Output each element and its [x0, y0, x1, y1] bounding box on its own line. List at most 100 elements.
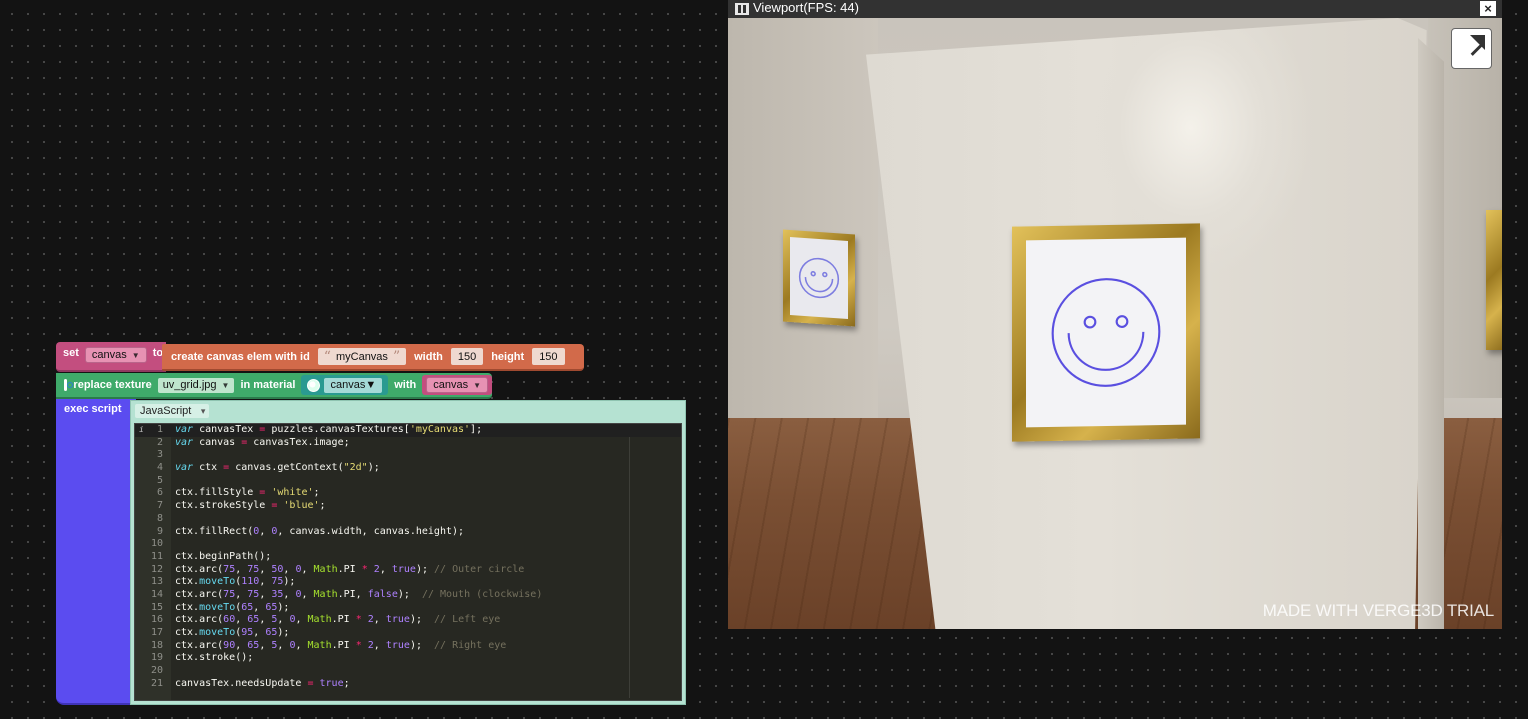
- code-line[interactable]: 15 ctx.moveTo(65, 65);: [135, 602, 681, 615]
- line-number: 6: [156, 487, 163, 499]
- globe-icon: [307, 378, 321, 392]
- code-line[interactable]: 5: [135, 475, 681, 488]
- fullscreen-icon[interactable]: [1451, 28, 1492, 69]
- width-number-field[interactable]: 150: [450, 348, 484, 365]
- line-number: 8: [156, 512, 163, 524]
- height-label: height: [491, 350, 525, 363]
- replace-texture-label: replace texture: [73, 379, 152, 391]
- with-label: with: [394, 379, 417, 391]
- script-panel: JavaScript i1var canvasTex = puzzles.can…: [130, 400, 686, 705]
- line-number: 12: [150, 563, 163, 575]
- code-line[interactable]: 12 ctx.arc(75, 75, 50, 0, Math.PI * 2, tr…: [135, 564, 681, 577]
- chevron-down-icon: ▼: [365, 379, 377, 391]
- viewport-title: Viewport(FPS: 44): [753, 0, 859, 15]
- line-number: 15: [150, 601, 163, 613]
- texture-dropdown[interactable]: uv_grid.jpg ▼: [157, 377, 235, 393]
- side-canvas-face: [790, 236, 848, 320]
- line-number: 14: [150, 588, 163, 600]
- height-number-field[interactable]: 150: [532, 348, 565, 365]
- pause-icon[interactable]: [735, 3, 749, 15]
- language-dropdown[interactable]: JavaScript: [135, 404, 210, 418]
- code-text: ctx.moveTo(95, 65);: [175, 627, 290, 638]
- code-line[interactable]: 9 ctx.fillRect(0, 0, canvas.width, canvas…: [135, 526, 681, 539]
- code-lines: i 1 var canvasTex = puzzles.canvasTextures…: [135, 424, 681, 690]
- code-line[interactable]: 14 ctx.arc(75, 75, 35, 0, Math.PI, false)…: [135, 589, 681, 602]
- with-variable-dropdown[interactable]: canvas ▼: [426, 377, 488, 393]
- trial-watermark: MADE WITH VERGE3D TRIAL: [1262, 601, 1494, 620]
- close-icon[interactable]: ×: [1480, 1, 1496, 16]
- 3d-scene-canvas[interactable]: MADE WITH VERGE3D TRIAL: [728, 18, 1502, 629]
- in-material-label: in material: [240, 379, 296, 391]
- code-line[interactable]: 11 ctx.beginPath();: [135, 551, 681, 564]
- open-quote-icon: “: [323, 348, 331, 365]
- chevron-down-icon: ▼: [473, 380, 481, 390]
- code-text: canvasTex.needsUpdate = true;: [175, 677, 350, 689]
- code-line[interactable]: 7 ctx.strokeStyle = 'blue';: [135, 500, 681, 513]
- code-text: var canvasTex = puzzles.canvasTextures['…: [175, 424, 483, 435]
- gear-icon[interactable]: [64, 379, 75, 391]
- line-number: 3: [156, 449, 163, 461]
- width-label: width: [414, 350, 443, 363]
- material-dropdown[interactable]: canvas ▼: [324, 377, 383, 393]
- exec-script-label: exec script: [64, 403, 122, 415]
- line-number: 11: [150, 550, 163, 562]
- line-number: 21: [150, 677, 163, 689]
- code-line[interactable]: 20: [135, 665, 681, 678]
- variable-dropdown[interactable]: canvas ▼: [84, 347, 147, 363]
- close-quote-icon: ”: [392, 348, 401, 365]
- code-text: ctx.arc(90, 65, 5, 0, Math.PI * 2, true)…: [175, 639, 507, 651]
- replace-texture-block[interactable]: replace texture uv_grid.jpg ▼ in material…: [56, 373, 492, 399]
- code-line[interactable]: 8: [135, 513, 681, 526]
- code-line[interactable]: 10: [135, 538, 681, 551]
- code-text: ctx.arc(75, 75, 50, 0, Math.PI * 2, true…: [175, 563, 525, 575]
- line-number: 18: [150, 639, 163, 651]
- line-number: 10: [150, 538, 163, 550]
- viewport-header[interactable]: Viewport(FPS: 44) ×: [728, 0, 1502, 18]
- code-text: var ctx = canvas.getContext("2d");: [175, 462, 380, 474]
- side-picture-frame: [783, 229, 855, 327]
- line-number: 20: [150, 665, 163, 677]
- material-name: canvas: [330, 379, 366, 391]
- chevron-down-icon: ▼: [221, 380, 230, 390]
- line-number: 1: [156, 424, 163, 435]
- code-line[interactable]: 17 ctx.moveTo(95, 65);: [135, 627, 681, 640]
- create-canvas-block[interactable]: create canvas elem with id “ myCanvas ” wi…: [162, 344, 584, 371]
- code-text: ctx.arc(60, 65, 5, 0, Math.PI * 2, true)…: [175, 614, 501, 626]
- code-line[interactable]: 13 ctx.moveTo(110, 75);: [135, 576, 681, 589]
- material-block[interactable]: canvas ▼: [301, 375, 389, 395]
- code-line[interactable]: i 1 var canvasTex = puzzles.canvasTextures…: [135, 424, 681, 437]
- chevron-down-icon: ▼: [131, 350, 140, 360]
- variable-name: canvas: [91, 349, 127, 361]
- code-line[interactable]: 19 ctx.stroke();: [135, 652, 681, 665]
- line-number: 16: [150, 614, 163, 626]
- code-line[interactable]: 16 ctx.arc(60, 65, 5, 0, Math.PI * 2, tru…: [135, 614, 681, 627]
- code-text: ctx.moveTo(65, 65);: [175, 601, 290, 613]
- code-text: ctx.strokeStyle = 'blue';: [175, 500, 326, 512]
- line-number: 9: [156, 525, 163, 537]
- get-variable-block[interactable]: canvas ▼: [422, 375, 492, 395]
- exec-script-block[interactable]: exec script: [56, 399, 136, 705]
- code-line[interactable]: 2 var canvas = canvasTex.image;: [135, 437, 681, 450]
- main-picture-frame: [1012, 223, 1200, 442]
- code-line[interactable]: 4 var ctx = canvas.getContext("2d");: [135, 462, 681, 475]
- code-text: ctx.stroke();: [175, 652, 254, 664]
- smiley-drawing: [798, 257, 840, 299]
- with-variable-name: canvas: [433, 379, 469, 391]
- line-number: 5: [156, 474, 163, 486]
- code-line[interactable]: 6 ctx.fillStyle = 'white';: [135, 487, 681, 500]
- canvas-id-text-field[interactable]: “ myCanvas ”: [317, 348, 407, 365]
- code-line[interactable]: 21 canvasTex.needsUpdate = true;: [135, 678, 681, 691]
- code-editor[interactable]: i 1 var canvasTex = puzzles.canvasTextures…: [134, 423, 682, 701]
- code-text: ctx.fillRect(0, 0, canvas.width, canvas.…: [175, 525, 465, 537]
- right-picture-frame: [1486, 210, 1502, 350]
- code-text: ctx.beginPath();: [175, 550, 272, 562]
- main-canvas-face: [1026, 237, 1186, 428]
- code-line[interactable]: 3: [135, 449, 681, 462]
- code-line[interactable]: 18 ctx.arc(90, 65, 5, 0, Math.PI * 2, tru…: [135, 640, 681, 653]
- code-text: var canvas = canvasTex.image;: [175, 436, 350, 448]
- line-number: 13: [150, 576, 163, 588]
- create-canvas-label: create canvas elem with id: [171, 350, 310, 363]
- set-variable-block[interactable]: set canvas ▼ to: [56, 342, 166, 372]
- viewport-window: Viewport(FPS: 44) × MADE WITH VERGE3D TR…: [728, 0, 1502, 629]
- line-number: 19: [150, 652, 163, 664]
